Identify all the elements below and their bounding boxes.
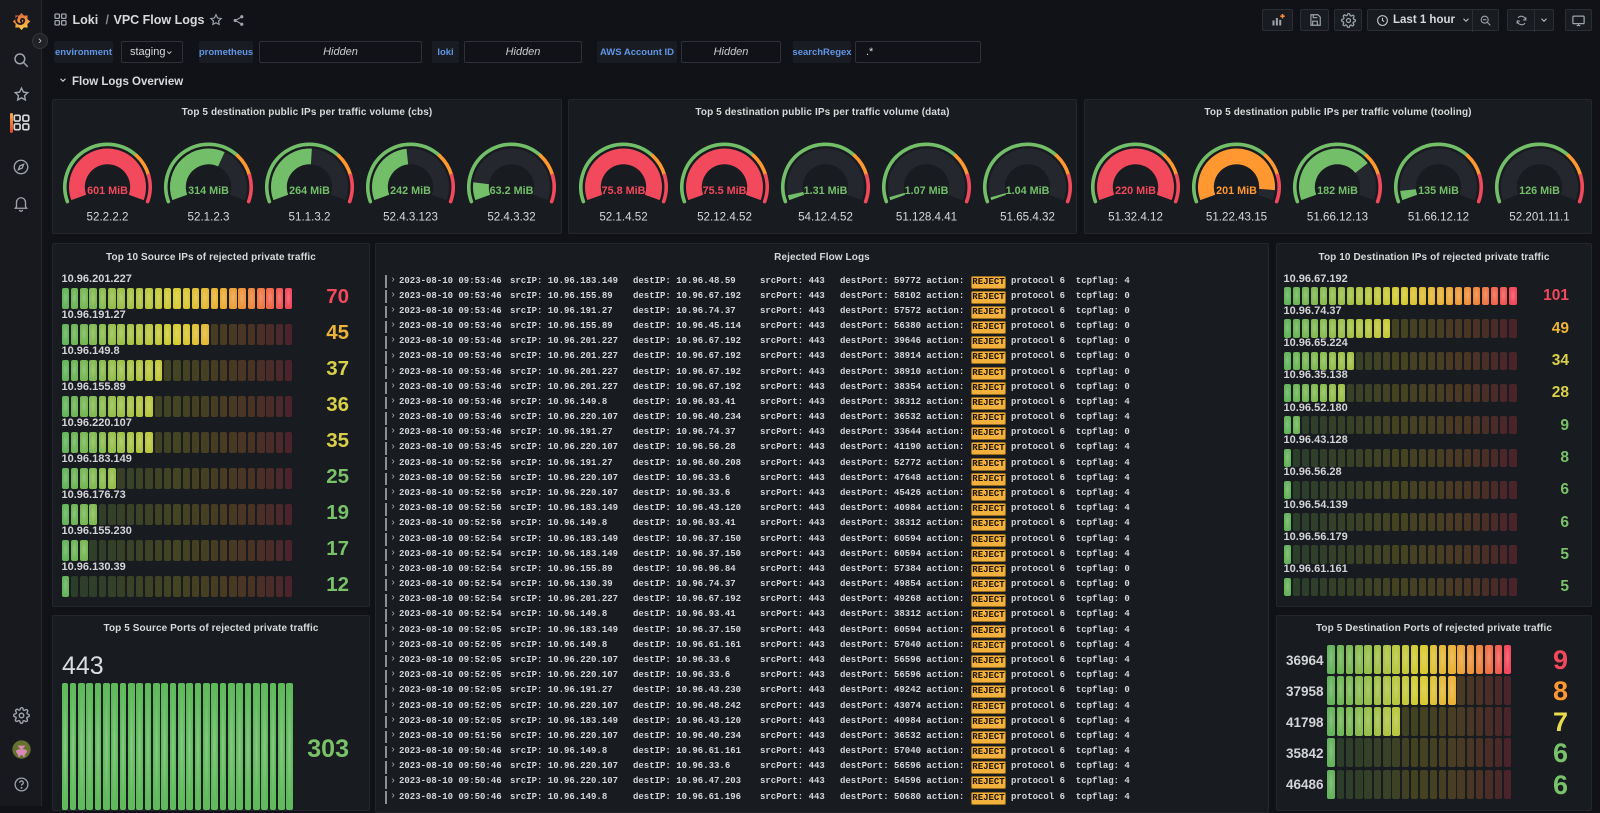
svg-text:126 MiB: 126 MiB [1519, 185, 1560, 197]
svg-text:135 MiB: 135 MiB [1418, 185, 1459, 197]
svg-text:51.66.12.12: 51.66.12.12 [1408, 211, 1469, 224]
svg-text:182 MiB: 182 MiB [1317, 185, 1358, 197]
svg-text:51.66.12.13: 51.66.12.13 [1307, 211, 1368, 224]
svg-text:52.201.11.1: 52.201.11.1 [1509, 211, 1569, 224]
